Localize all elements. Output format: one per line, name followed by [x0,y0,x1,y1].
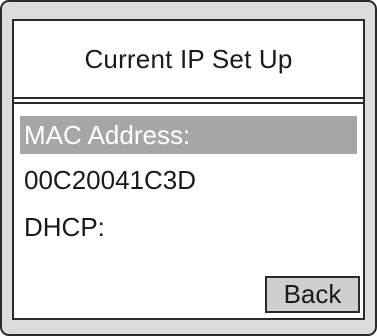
title-divider-bottom [14,102,363,104]
device-frame: Current IP Set Up MAC Address: 00C20041C… [0,0,377,336]
device-screen: Current IP Set Up MAC Address: 00C20041C… [12,19,365,320]
menu-item-mac-address[interactable]: MAC Address: [20,116,357,154]
back-button[interactable]: Back [265,276,360,313]
menu-item-dhcp[interactable]: DHCP: [20,208,357,246]
title-divider-top [14,97,363,99]
mac-address-value: 00C20041C3D [24,165,197,195]
screen-title: Current IP Set Up [84,43,293,74]
